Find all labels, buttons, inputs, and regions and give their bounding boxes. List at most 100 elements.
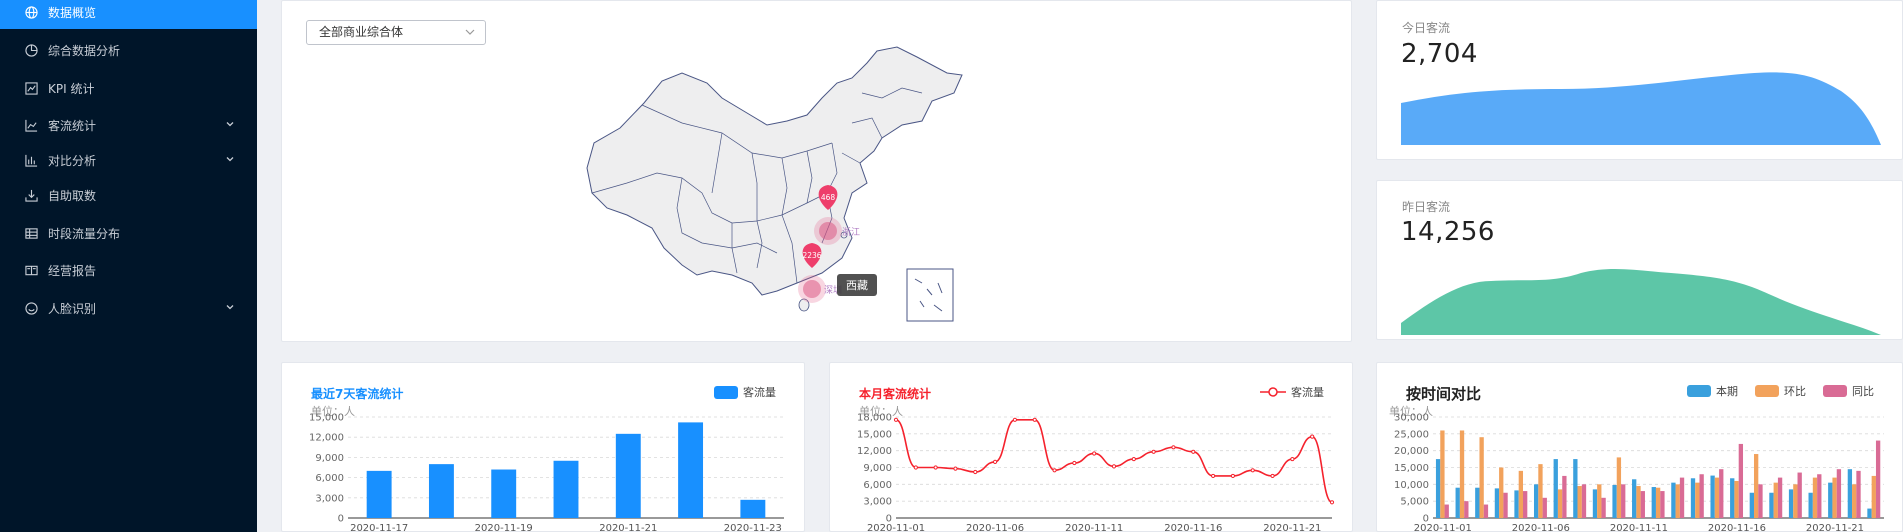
bar <box>1777 477 1783 518</box>
chart-legend[interactable]: 客流量 <box>1260 384 1324 400</box>
bar <box>1690 478 1696 518</box>
bar <box>1847 469 1853 518</box>
x-tick-label: 2020-11-01 <box>1414 523 1472 532</box>
bar <box>1710 475 1715 518</box>
smile-icon <box>24 301 38 315</box>
sidebar-item-time-distribution[interactable]: 时段流量分布 <box>0 216 257 250</box>
bar <box>1695 482 1700 518</box>
south-china-sea-inset <box>906 268 954 322</box>
y-tick-label: 6,000 <box>315 473 344 484</box>
map-tooltip-text: 西藏 <box>846 279 868 292</box>
y-tick-label: 12,000 <box>309 433 344 444</box>
bar <box>678 422 704 518</box>
data-point <box>933 465 938 470</box>
data-point <box>1310 434 1315 439</box>
data-point <box>1131 456 1136 462</box>
legend-swatch <box>1687 385 1711 397</box>
legend-item-current[interactable]: 本期 <box>1687 383 1738 399</box>
sidebar-item-comprehensive-analysis[interactable]: 综合数据分析 <box>0 33 257 67</box>
data-point <box>1250 468 1255 473</box>
x-tick-label: 2020-11-01 <box>867 523 925 532</box>
sidebar-item-label: 数据概览 <box>48 5 97 20</box>
bar <box>1538 464 1543 518</box>
bar <box>1640 491 1645 518</box>
comparison-card: 按时间对比 单位：人 本期 环比 同比 0 5,000 10,000 15,000 20… <box>1376 362 1903 532</box>
y-tick-label: 25,000 <box>1394 429 1429 440</box>
yesterday-sparkline <box>1401 268 1881 335</box>
bar <box>1753 454 1759 518</box>
bar <box>1867 508 1872 518</box>
bar <box>1440 430 1445 518</box>
x-tick-label: 2020-11-06 <box>1512 523 1570 532</box>
bar <box>1581 484 1587 518</box>
data-point <box>973 469 978 475</box>
bar <box>1719 469 1724 518</box>
bar <box>1871 475 1876 518</box>
sidebar-item-label: 经营报告 <box>48 263 97 278</box>
chart-legend[interactable]: 客流量 <box>714 384 776 400</box>
x-tick-label: 2020-11-06 <box>966 523 1024 532</box>
bar <box>1832 477 1837 518</box>
marker-label: 浙江 <box>842 226 860 238</box>
sidebar-item-business-report[interactable]: 经营报告 <box>0 253 257 287</box>
bar <box>740 499 766 518</box>
sidebar-item-self-service[interactable]: 自助取数 <box>0 178 257 212</box>
y-tick-label: 3,000 <box>863 497 892 508</box>
sidebar-item-face-recognition[interactable]: 人脸识别 <box>0 291 257 325</box>
sidebar-item-label: 人脸识别 <box>48 301 97 316</box>
bar <box>1660 491 1665 518</box>
sidebar-item-comparison[interactable]: 对比分析 <box>0 143 257 177</box>
x-tick-label: 2020-11-11 <box>1610 523 1668 532</box>
series-line <box>895 419 1333 504</box>
bar <box>366 470 392 518</box>
bar <box>1856 470 1861 518</box>
legend-item-mom[interactable]: 环比 <box>1755 383 1806 399</box>
data-point <box>1329 500 1335 505</box>
bar <box>1475 487 1480 518</box>
bar <box>1455 487 1460 518</box>
bar <box>1597 484 1602 518</box>
stat-value: 2,704 <box>1401 39 1478 69</box>
weekly-traffic-card: 最近7天客流统计 单位：人 客流量 0 3,000 6,000 9,000 12,000… <box>281 362 805 532</box>
bar <box>1714 477 1720 518</box>
stat-label: 今日客流 <box>1402 21 1451 35</box>
chart-legend[interactable]: 本期 环比 同比 <box>1675 383 1874 399</box>
bar <box>1651 487 1656 518</box>
bar <box>1562 475 1567 518</box>
data-point <box>1012 417 1018 422</box>
bar <box>1577 486 1582 518</box>
data-point <box>913 465 918 470</box>
bar <box>1679 477 1685 518</box>
sidebar-item-label: 自助取数 <box>48 188 97 203</box>
bar <box>1601 497 1606 518</box>
bar <box>1875 440 1881 518</box>
bar <box>1518 470 1524 518</box>
globe-icon <box>24 5 38 19</box>
legend-label: 同比 <box>1852 385 1874 398</box>
mall-select[interactable]: 全部商业综合体 <box>306 20 486 45</box>
pie-chart-icon <box>24 43 38 57</box>
sidebar-item-label: 综合数据分析 <box>48 43 121 58</box>
monthly-traffic-card: 本月客流统计 单位：人 客流量 0 3,000 6,000 9,000 12,000 15… <box>829 362 1353 532</box>
stat-label: 昨日客流 <box>1402 200 1451 214</box>
bar <box>1503 492 1508 518</box>
bar <box>491 469 517 518</box>
bar <box>1592 489 1598 518</box>
bar <box>1655 487 1661 518</box>
legend-item-yoy[interactable]: 同比 <box>1823 383 1874 399</box>
data-point <box>893 417 899 422</box>
china-map[interactable]: 468 浙江 2236 深圳 西藏 <box>582 43 972 333</box>
x-tick-label: 2020-11-16 <box>1708 523 1766 532</box>
sidebar-item-overview[interactable]: 数据概览 <box>0 0 257 29</box>
bar <box>1435 459 1441 518</box>
map-tooltip: 西藏 <box>837 274 877 296</box>
data-point <box>1210 473 1216 479</box>
bar <box>1769 492 1774 518</box>
sidebar-item-kpi[interactable]: KPI 统计 <box>0 71 257 105</box>
sidebar-item-traffic-stats[interactable]: 客流统计 <box>0 108 257 142</box>
bar <box>1836 469 1842 518</box>
bar <box>1542 497 1547 518</box>
bar <box>1533 484 1539 518</box>
x-tick-label: 2020-11-21 <box>1806 523 1864 532</box>
data-point <box>1230 473 1236 479</box>
